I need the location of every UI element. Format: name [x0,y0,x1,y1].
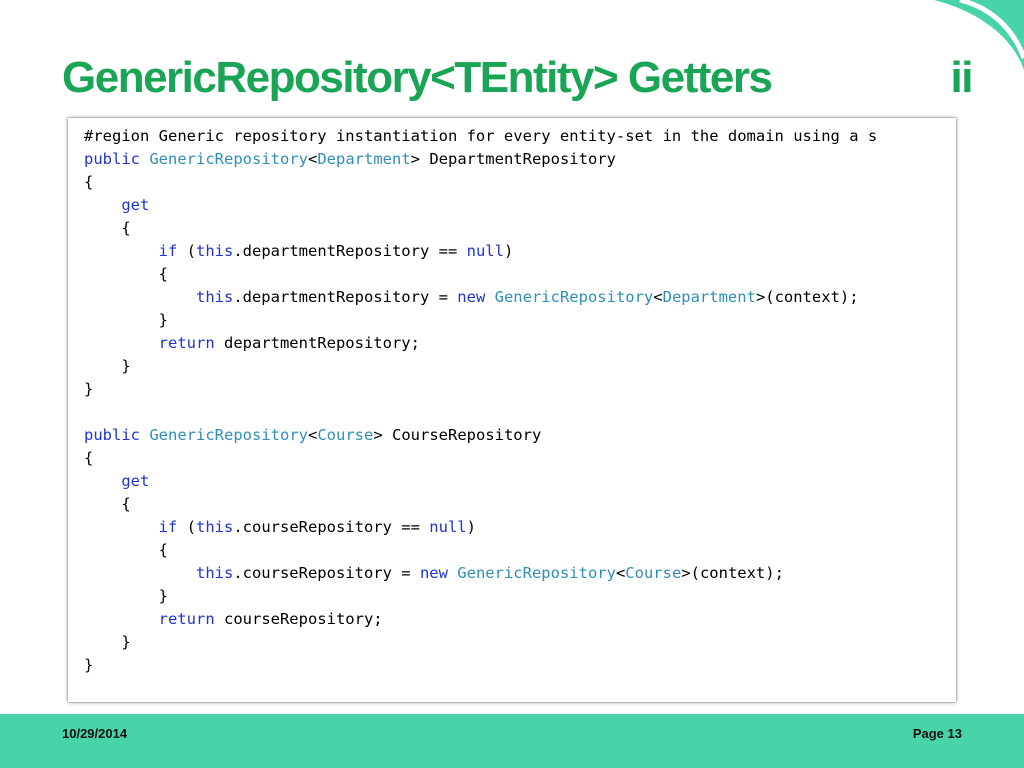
code-line: public GenericRepository<Department> Dep… [84,148,616,171]
code-line: { [84,171,93,194]
code-token: null [429,518,467,536]
code-token: >(context); [681,564,784,582]
code-token: ( [177,518,196,536]
code-token: { [84,265,168,283]
code-token: #region Generic repository instantiation… [84,127,878,145]
slide-title-suffix: ii [950,53,974,102]
code-token: { [84,541,168,559]
code-token: public [84,150,140,168]
code-token: return [158,610,215,628]
code-token: Course [317,426,374,444]
code-token: .courseRepository == [233,518,430,536]
footer-bar: 10/29/2014 Page 13 [0,714,1024,768]
code-token: new [457,288,486,306]
code-line: } [84,654,93,677]
code-token: this [196,242,234,260]
code-token: < [307,150,318,168]
code-screenshot: #region Generic repository instantiation… [68,118,956,702]
code-token: GenericRepository [149,426,308,444]
code-token: < [307,426,318,444]
code-token: { [84,495,131,513]
code-line: public GenericRepository<Course> CourseR… [84,424,541,447]
code-token: } [84,633,131,651]
code-token: courseRepository; [214,610,383,628]
code-line: } [84,309,168,332]
page-number: Page 13 [912,726,962,741]
code-token: >(context); [755,288,859,306]
code-token: } [84,587,168,605]
code-token: Course [625,564,682,582]
code-token: > DepartmentRepository [410,150,616,168]
code-line: } [84,355,131,378]
code-token: get [121,196,150,214]
code-token: get [121,472,150,490]
code-token: > CourseRepository [373,426,542,444]
code-token: .departmentRepository == [233,242,467,260]
code-token: this [196,518,234,536]
code-line: get [84,470,149,493]
slide-title: GenericRepository<TEntity> Getters [62,53,773,102]
code-token: < [615,564,626,582]
code-line: { [84,263,168,286]
code-line: this.departmentRepository = new GenericR… [84,286,859,309]
code-token: { [84,219,131,237]
code-token: ( [177,242,196,260]
code-token: GenericRepository [149,150,308,168]
code-token: } [84,357,131,375]
code-token: .courseRepository = [233,564,420,582]
code-line: return departmentRepository; [84,332,420,355]
code-line: #region Generic repository instantiation… [84,125,877,148]
code-token: } [84,380,94,398]
code-line: { [84,217,131,240]
code-token: Department [662,288,756,306]
code-token: if [158,518,178,536]
code-line: this.courseRepository = new GenericRepos… [84,562,784,585]
code-token: departmentRepository; [214,334,420,352]
code-line: { [84,539,168,562]
code-token: if [158,242,178,260]
code-token: GenericRepository [457,564,616,582]
code-line: return courseRepository; [84,608,383,631]
code-token: null [466,242,504,260]
code-line: } [84,378,93,401]
code-line: { [84,447,93,470]
code-token: ) [503,242,514,260]
code-line: get [84,194,149,217]
code-token: Department [317,150,411,168]
code-line: if (this.courseRepository == null) [84,516,476,539]
code-token: new [419,564,448,582]
code-line: if (this.departmentRepository == null) [84,240,514,263]
code-token: ) [466,518,476,536]
code-token: .departmentRepository = [233,288,458,306]
code-token: < [653,288,663,306]
code-token: GenericRepository [494,288,654,306]
code-token: return [158,334,215,352]
footer-date: 10/29/2014 [62,726,128,741]
code-line: } [84,631,131,654]
code-token: { [84,449,94,467]
code-token: this [195,288,234,306]
code-token: public [84,426,140,444]
code-token: this [195,564,234,582]
code-token: { [84,173,94,191]
code-line: { [84,493,131,516]
code-token: } [84,656,94,674]
code-token: } [84,311,168,329]
code-line: } [84,585,168,608]
slide-title-bar: GenericRepository<TEntity> Getters ii [62,48,974,108]
